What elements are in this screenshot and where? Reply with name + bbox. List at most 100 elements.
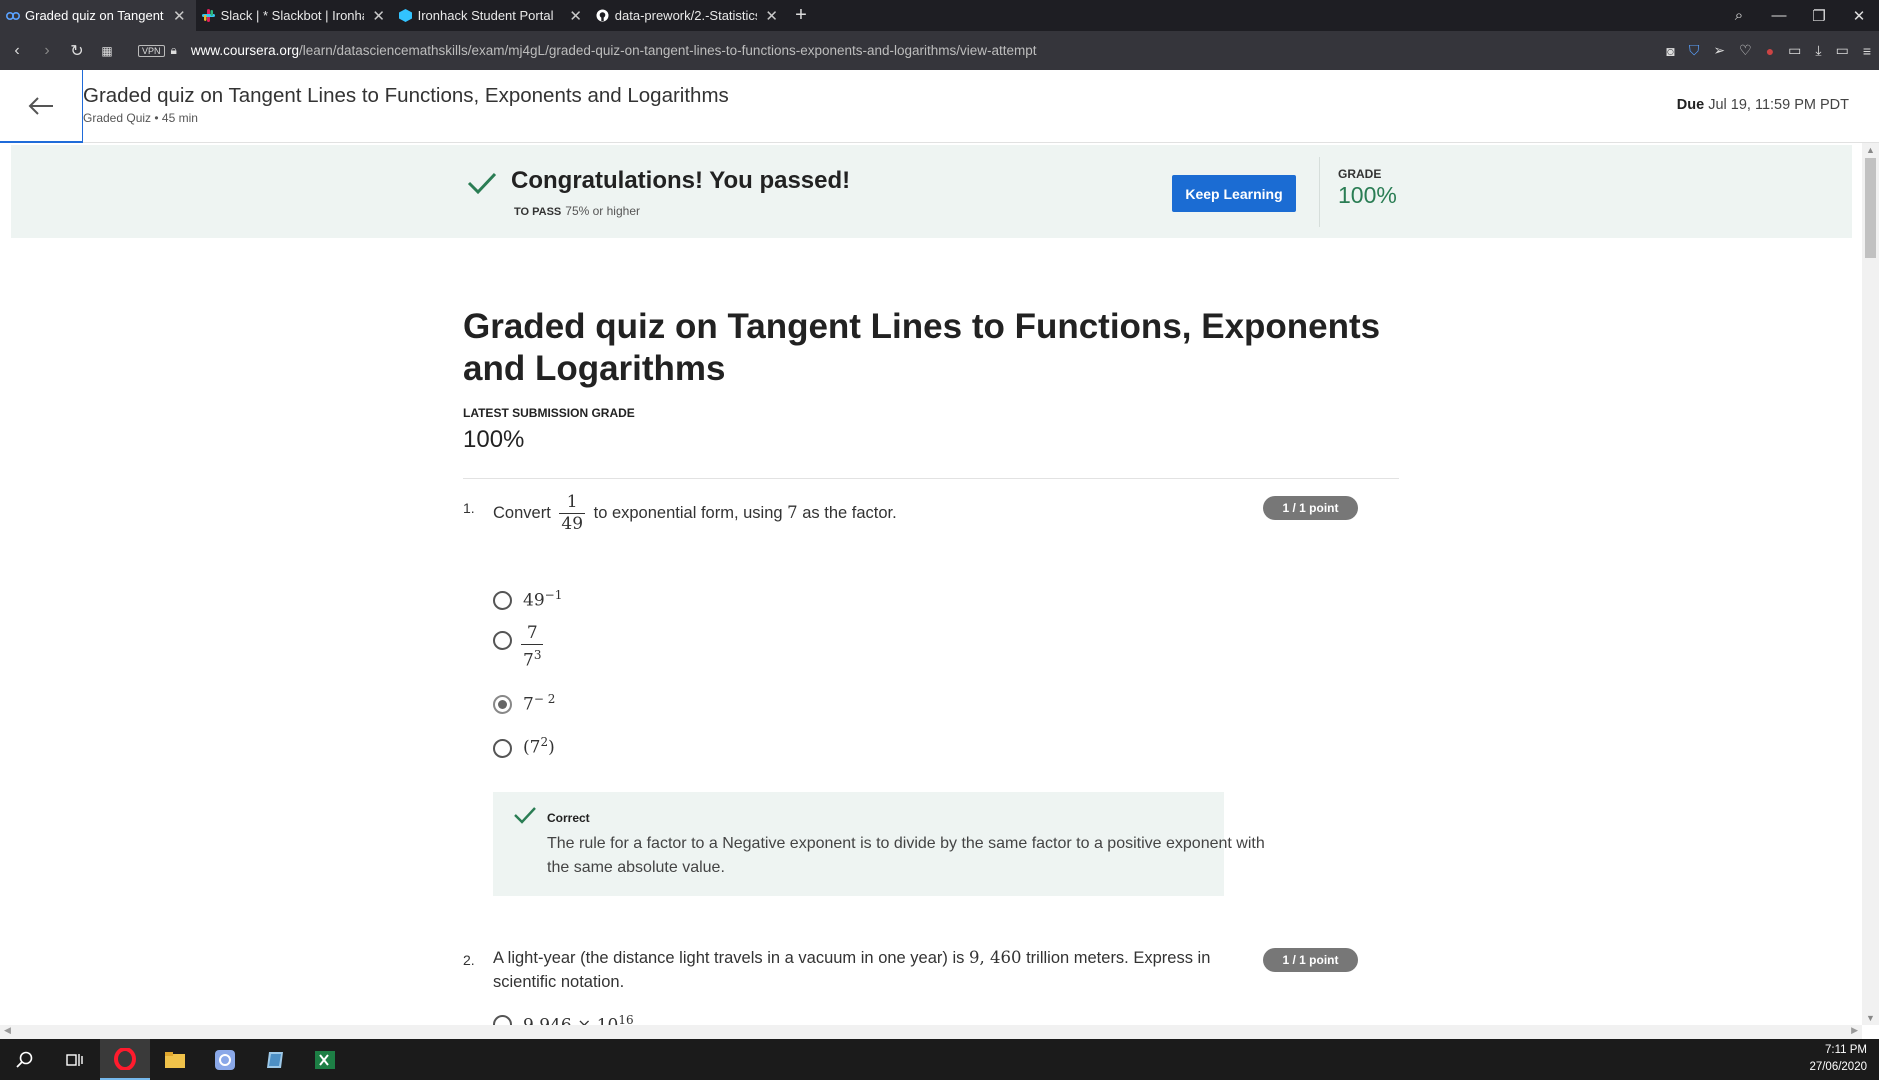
option-base: 7 xyxy=(523,650,534,671)
grade-label: GRADE xyxy=(1338,167,1382,181)
scrollbar-thumb[interactable] xyxy=(1865,158,1876,258)
app-icon[interactable] xyxy=(250,1039,300,1080)
file-explorer-icon[interactable] xyxy=(150,1039,200,1080)
close-window-icon[interactable]: ✕ xyxy=(1839,7,1879,25)
scroll-up-icon[interactable]: ▲ xyxy=(1862,145,1879,155)
close-tab-icon[interactable]: ✕ xyxy=(569,7,582,25)
minimize-icon[interactable]: — xyxy=(1759,7,1799,24)
app-icon[interactable] xyxy=(200,1039,250,1080)
option-paren: ( xyxy=(523,737,530,758)
answer-radio[interactable] xyxy=(493,739,512,758)
checkmark-icon xyxy=(467,169,497,203)
menu-icon[interactable]: ≡ xyxy=(1863,43,1871,59)
scroll-left-icon[interactable]: ◀ xyxy=(4,1025,11,1036)
question-text-part: Convert xyxy=(493,503,551,522)
answer-radio[interactable] xyxy=(493,591,512,610)
divider xyxy=(1319,157,1320,227)
system-clock[interactable]: 7:11 PM 27/06/2020 xyxy=(1809,1042,1867,1076)
question-2-text: A light-year (the distance light travels… xyxy=(493,946,1253,994)
clock-date: 27/06/2020 xyxy=(1809,1061,1867,1073)
option-exponent: 2 xyxy=(540,735,549,749)
to-pass-value: 75% or higher xyxy=(565,204,640,218)
to-pass-label: TO PASS xyxy=(514,206,562,218)
tab-slack[interactable]: Slack | * Slackbot | Ironhack ✕ xyxy=(196,0,393,31)
checkmark-icon xyxy=(514,806,536,830)
quiz-content: Graded quiz on Tangent Lines to Function… xyxy=(0,238,1862,1025)
coursera-icon xyxy=(6,9,20,23)
url-field[interactable]: www.coursera.org/learn/datasciencemathsk… xyxy=(191,43,1037,58)
tab-ironhack-portal[interactable]: Ironhack Student Portal ✕ xyxy=(393,0,590,31)
close-tab-icon[interactable]: ✕ xyxy=(372,7,385,25)
pass-message: Congratulations! You passed! xyxy=(511,167,851,194)
forward-icon[interactable]: › xyxy=(34,42,60,60)
address-bar: ‹ › ↻ ▦ VPN 🔒︎ www.coursera.org/learn/da… xyxy=(0,31,1879,70)
speed-dial-icon[interactable]: ▦ xyxy=(94,44,120,58)
option-base: 7 xyxy=(523,694,534,715)
answer-option[interactable]: 7− 2 xyxy=(523,692,555,715)
option-base: 7 xyxy=(529,737,541,758)
fraction: 1 49 xyxy=(559,492,586,535)
option-exponent: − 2 xyxy=(533,692,556,706)
github-icon xyxy=(596,9,610,23)
browser-tab-bar: Graded quiz on Tangent Li ✕ Slack | * Sl… xyxy=(0,0,1879,31)
task-view-icon[interactable] xyxy=(50,1039,100,1080)
points-badge: 1 / 1 point xyxy=(1263,496,1358,520)
feedback-text: The rule for a factor to a Negative expo… xyxy=(547,835,1265,876)
pass-banner: Congratulations! You passed! TO PASS 75% … xyxy=(11,145,1852,238)
wallet-icon[interactable]: ▭ xyxy=(1788,42,1801,59)
close-tab-icon[interactable]: ✕ xyxy=(173,7,186,25)
opera-icon[interactable] xyxy=(100,1039,150,1080)
fraction-denominator: 73 xyxy=(521,644,544,672)
shield-icon[interactable]: ⛉ xyxy=(1689,42,1700,59)
question-text-part: A light-year (the distance light travels… xyxy=(493,949,965,967)
clock-time: 7:11 PM xyxy=(1825,1044,1867,1056)
vpn-badge[interactable]: VPN xyxy=(138,44,165,57)
camera-icon[interactable]: ◙ xyxy=(1666,43,1674,59)
question-text-part: to exponential form, using xyxy=(593,503,783,522)
new-tab-button[interactable]: + xyxy=(786,0,816,31)
lock-icon[interactable]: 🔒︎ xyxy=(171,43,177,58)
tab-github[interactable]: data-prework/2.-Statistics a ✕ xyxy=(590,0,786,31)
heart-icon[interactable]: ♡ xyxy=(1739,42,1752,59)
back-icon[interactable]: ‹ xyxy=(4,42,30,60)
answer-radio[interactable] xyxy=(493,631,512,650)
extension-icon[interactable]: ● xyxy=(1766,43,1774,59)
option-base: 9.946 × 10 xyxy=(523,1016,618,1025)
factor-value: 7 xyxy=(787,502,798,522)
search-tabs-icon[interactable]: ⌕ xyxy=(1719,7,1759,24)
answer-option[interactable]: 7 73 xyxy=(521,623,544,672)
answer-radio-selected[interactable] xyxy=(493,695,512,714)
header-subtitle: Graded Quiz • 45 min xyxy=(83,111,198,125)
reload-icon[interactable]: ↻ xyxy=(64,41,90,61)
header-title: Graded quiz on Tangent Lines to Function… xyxy=(83,84,729,107)
option-paren: ) xyxy=(548,737,555,758)
send-icon[interactable]: ➢ xyxy=(1713,42,1725,59)
due-date: Due Jul 19, 11:59 PM PDT xyxy=(1677,97,1849,113)
fraction-numerator: 7 xyxy=(526,623,538,643)
vertical-scrollbar[interactable]: ▲ ▼ xyxy=(1862,143,1879,1025)
excel-icon[interactable] xyxy=(300,1039,350,1080)
close-tab-icon[interactable]: ✕ xyxy=(765,7,778,25)
latest-grade-value: 100% xyxy=(463,426,525,453)
option-exponent: 3 xyxy=(533,648,542,662)
taskbar: 7:11 PM 27/06/2020 xyxy=(0,1039,1879,1080)
search-icon[interactable] xyxy=(0,1039,50,1080)
keep-learning-button[interactable]: Keep Learning xyxy=(1172,175,1296,212)
answer-radio[interactable] xyxy=(493,1015,512,1025)
restore-icon[interactable]: ❐ xyxy=(1799,7,1839,25)
tab-graded-quiz[interactable]: Graded quiz on Tangent Li ✕ xyxy=(0,0,196,31)
scroll-down-icon[interactable]: ▼ xyxy=(1862,1013,1879,1023)
battery-icon[interactable]: ▭ xyxy=(1836,42,1849,59)
back-arrow-button[interactable] xyxy=(0,70,83,143)
answer-option[interactable]: (72) xyxy=(523,735,555,758)
answer-option[interactable]: 9.946 × 1016 xyxy=(523,1013,634,1025)
arrow-left-icon xyxy=(28,96,53,115)
question-number: 1. xyxy=(463,500,475,516)
download-icon[interactable]: ⤓ xyxy=(1815,42,1821,59)
divider xyxy=(463,478,1399,479)
answer-option[interactable]: 49−1 xyxy=(523,588,562,611)
option-exponent: 16 xyxy=(618,1013,634,1025)
feedback-box: Correct The rule for a factor to a Negat… xyxy=(493,792,1265,896)
horizontal-scrollbar[interactable]: ◀ ▶ xyxy=(0,1025,1862,1039)
scroll-right-icon[interactable]: ▶ xyxy=(1851,1025,1858,1036)
